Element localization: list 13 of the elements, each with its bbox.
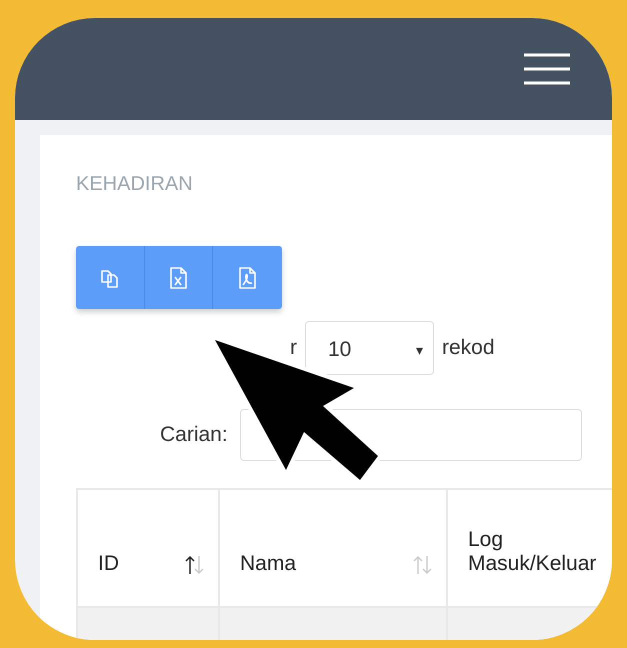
section-title: KEHADIRAN	[76, 173, 193, 196]
sort-icon	[412, 554, 434, 576]
records-label: rekod	[442, 336, 495, 360]
pdf-button[interactable]	[213, 246, 282, 309]
menu-icon[interactable]	[524, 52, 570, 86]
excel-file-icon	[167, 266, 190, 290]
sort-icon	[184, 554, 206, 576]
column-header[interactable]: ID	[77, 489, 219, 607]
pdf-file-icon	[236, 266, 258, 290]
excel-button[interactable]	[144, 246, 214, 309]
copy-button[interactable]	[76, 246, 145, 309]
length-label: r	[290, 336, 297, 360]
search-label: Carian:	[160, 423, 228, 447]
